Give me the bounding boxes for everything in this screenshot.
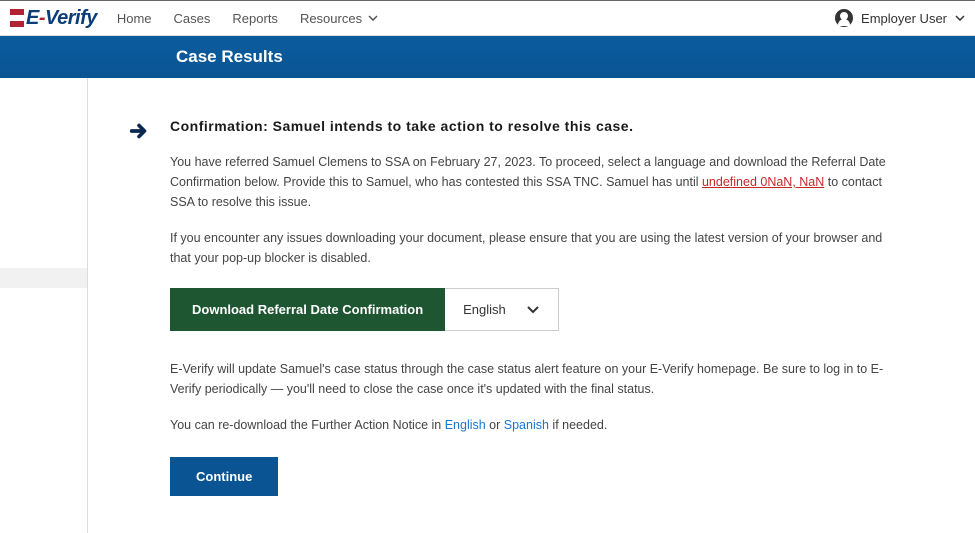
everify-logo[interactable]: E-Verify xyxy=(10,7,97,30)
page-header: Case Results xyxy=(88,36,975,78)
logo-e: E xyxy=(26,7,39,30)
para4-or: or xyxy=(486,418,504,432)
language-selected-label: English xyxy=(463,302,506,317)
nav-reports[interactable]: Reports xyxy=(232,11,278,26)
deadline-link[interactable]: undefined 0NaN, NaN xyxy=(702,175,824,189)
spanish-link[interactable]: Spanish xyxy=(504,418,549,432)
download-issues-paragraph: If you encounter any issues downloading … xyxy=(170,228,905,268)
nav-links: Home Cases Reports Resources xyxy=(117,11,378,26)
top-nav: E-Verify Home Cases Reports Resources Em… xyxy=(0,0,975,36)
header-shim xyxy=(0,36,88,78)
sidebar-active-indicator xyxy=(0,268,87,288)
redownload-paragraph: You can re-download the Further Action N… xyxy=(170,415,905,435)
chevron-down-icon xyxy=(526,306,540,314)
para4-text-b: if needed. xyxy=(549,418,607,432)
user-menu[interactable]: Employer User xyxy=(835,9,965,27)
user-label: Employer User xyxy=(861,11,947,26)
arrow-right-icon xyxy=(128,120,152,496)
logo-verify: Verify xyxy=(45,7,97,30)
download-referral-button[interactable]: Download Referral Date Confirmation xyxy=(170,288,445,331)
status-update-paragraph: E-Verify will update Samuel's case statu… xyxy=(170,359,905,399)
nav-home[interactable]: Home xyxy=(117,11,152,26)
nav-resources-label: Resources xyxy=(300,11,362,26)
user-icon xyxy=(835,9,853,27)
download-row: Download Referral Date Confirmation Engl… xyxy=(170,288,905,331)
sidebar xyxy=(0,36,88,533)
continue-button[interactable]: Continue xyxy=(170,457,278,496)
page-title: Case Results xyxy=(176,47,283,67)
para4-text-a: You can re-download the Further Action N… xyxy=(170,418,445,432)
chevron-down-icon xyxy=(955,15,965,21)
confirmation-heading: Confirmation: Samuel intends to take act… xyxy=(170,118,905,134)
nav-resources[interactable]: Resources xyxy=(300,11,378,26)
referral-paragraph: You have referred Samuel Clemens to SSA … xyxy=(170,152,905,212)
flag-icon xyxy=(10,9,24,27)
chevron-down-icon xyxy=(368,15,378,21)
nav-cases[interactable]: Cases xyxy=(174,11,211,26)
language-select[interactable]: English xyxy=(445,288,559,331)
english-link[interactable]: English xyxy=(445,418,486,432)
